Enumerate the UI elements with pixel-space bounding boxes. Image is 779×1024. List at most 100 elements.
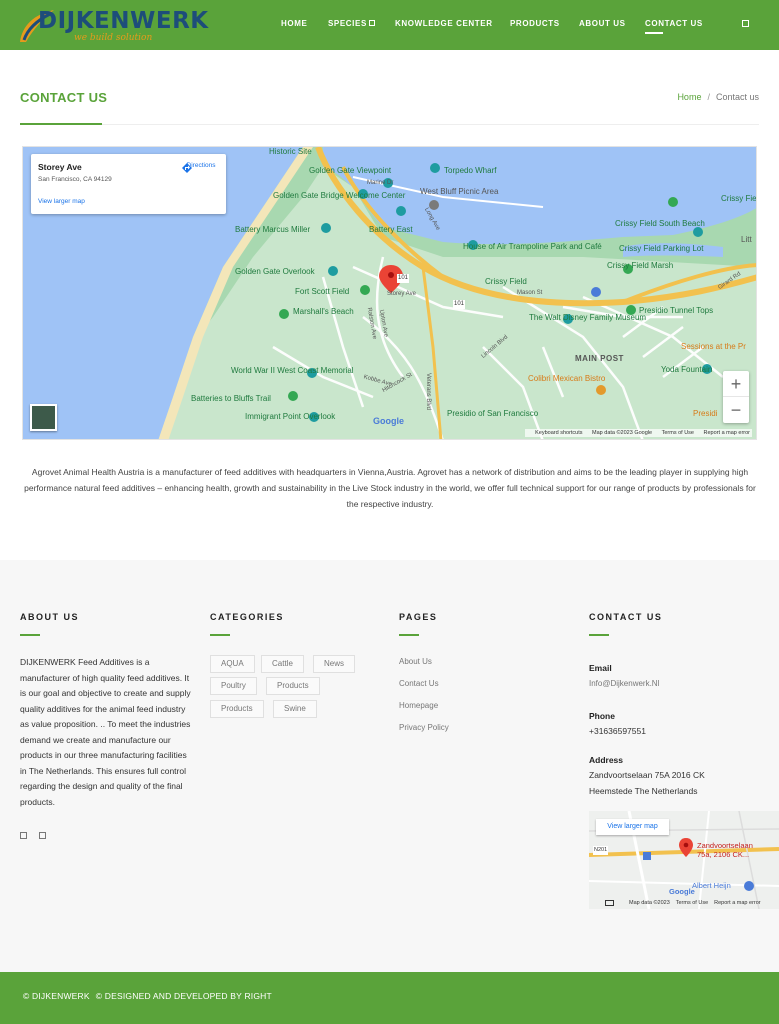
address-label: Address [589, 755, 624, 765]
copyright-brand: © DIJKENWERK [23, 991, 90, 1001]
category-tag[interactable]: News [313, 655, 356, 673]
mini-map-place-label: Albert Heijn [692, 881, 731, 890]
map-label: Battery East [369, 225, 413, 234]
map-label: Litt [741, 235, 752, 244]
map-label: Golden Gate Overlook [235, 267, 315, 276]
view-larger-map-link[interactable]: View larger map [38, 198, 85, 205]
map-label: World War II West Coast Memorial [231, 366, 354, 375]
map-label: Crissy Field Parking Lot [619, 244, 704, 253]
phone-value[interactable]: +31636597551 [589, 723, 646, 739]
mini-map-pin-label: 75a, 2106 CK... [697, 850, 750, 859]
google-map[interactable]: Historic Site Golden Gate Viewpoint Torp… [22, 146, 757, 440]
mini-terms-link[interactable]: Terms of Use [676, 900, 708, 906]
nav-about-us-label: ABOUT US [579, 19, 626, 28]
zoom-in-button[interactable]: + [723, 371, 749, 397]
site-header: DIJKENWERK we build solution HOME SPECIE… [0, 0, 779, 50]
footer-categories-heading: CATEGORIES [210, 612, 284, 622]
map-data-text: Map data ©2023 Google [592, 430, 653, 436]
copyright-text: © DIJKENWERK © DESIGNED AND DEVELOPED BY … [23, 991, 272, 1001]
google-logo: Google [373, 416, 404, 426]
category-tag[interactable]: AQUA [210, 655, 255, 673]
heading-underline [20, 634, 40, 636]
nav-knowledge-center-label: KNOWLEDGE CENTER [395, 19, 493, 28]
title-divider [102, 124, 759, 125]
terms-link[interactable]: Terms of Use [662, 430, 694, 436]
footer-link-privacy[interactable]: Privacy Policy [399, 723, 449, 732]
map-label: Fort Scott Field [295, 287, 350, 296]
map-road-label: Marine Dr [367, 180, 394, 186]
footer-map[interactable]: View larger map Zandvoortselaan 75a, 210… [589, 811, 779, 909]
nav-species[interactable]: SPECIES [328, 19, 375, 28]
directions-icon [182, 163, 192, 173]
map-road-label: 101 [453, 300, 466, 309]
map-label: Crissy Field East Beach [721, 194, 757, 203]
category-tag[interactable]: Products [210, 700, 264, 718]
keyboard-icon[interactable] [605, 900, 614, 906]
map-place-name: Storey Ave [38, 162, 82, 172]
category-tag[interactable]: Swine [273, 700, 317, 718]
map-label: Immigrant Point Overlook [245, 412, 336, 421]
map-label: Battery Marcus Miller [235, 225, 311, 234]
directions-button[interactable]: Directions [181, 162, 221, 173]
category-tag[interactable]: Products [266, 677, 320, 695]
map-road-label: Mason St [517, 290, 543, 296]
map-label: Presidio of San Francisco [447, 409, 539, 418]
nav-products-label: PRODUCTS [510, 19, 560, 28]
footer-link-about[interactable]: About Us [399, 657, 432, 666]
category-tag[interactable]: Cattle [261, 655, 304, 673]
developer-credit: © DESIGNED AND DEVELOPED BY RIGHT [95, 991, 272, 1001]
map-road-label: 101 [397, 274, 410, 283]
map-place-address: San Francisco, CA 94129 [38, 176, 112, 183]
satellite-toggle[interactable] [30, 404, 57, 431]
mini-report-link[interactable]: Report a map error [714, 900, 760, 906]
map-label: Presidio Tunnel Tops [639, 306, 714, 315]
footer-about-text: DIJKENWERK Feed Additives is a manufactu… [20, 657, 191, 807]
nav-about-us[interactable]: ABOUT US [579, 19, 626, 28]
phone-label: Phone [589, 711, 615, 721]
map-label: Golden Gate Viewpoint [309, 166, 392, 175]
mini-map-road-label: N201 [593, 846, 609, 855]
nav-home-label: HOME [281, 19, 308, 28]
keyboard-shortcuts-link[interactable]: Keyboard shortcuts [535, 430, 582, 436]
map-label: Colibri Mexican Bistro [528, 374, 606, 383]
social-icon[interactable] [39, 832, 46, 839]
heading-underline [589, 634, 609, 636]
nav-contact-us[interactable]: CONTACT US [645, 19, 703, 34]
breadcrumb-home-link[interactable]: Home [677, 92, 701, 102]
social-icon[interactable] [20, 832, 27, 839]
footer-bottom-bar: © DIJKENWERK © DESIGNED AND DEVELOPED BY … [0, 972, 779, 1024]
address-line-2: Heemstede The Netherlands [589, 786, 698, 796]
footer-contact-heading: CONTACT US [589, 612, 663, 622]
map-label: Sessions at the Pr [681, 342, 746, 351]
intro-paragraph: Agrovet Animal Health Austria is a manuf… [24, 467, 756, 509]
nav-home[interactable]: HOME [281, 19, 307, 28]
zoom-out-button[interactable]: − [723, 397, 749, 423]
map-label: Presidi [693, 409, 718, 418]
map-road-label: Veterans Blvd [425, 372, 432, 411]
map-place-card: Storey Ave San Francisco, CA 94129 View … [31, 154, 226, 214]
map-label: Marshall's Beach [293, 307, 354, 316]
footer-link-homepage[interactable]: Homepage [399, 701, 438, 710]
footer-link-contact[interactable]: Contact Us [399, 679, 439, 688]
map-label: Torpedo Wharf [444, 166, 497, 175]
breadcrumb: Home / Contact us [677, 92, 759, 102]
footer-pages-heading: PAGES [399, 612, 438, 622]
map-label: House of Air Trampoline Park and Café [463, 242, 602, 251]
mini-view-larger-map[interactable]: View larger map [596, 819, 669, 835]
mini-google-logo: Google [669, 887, 695, 896]
breadcrumb-separator: / [707, 92, 710, 102]
logo-tagline: we build solution [74, 33, 153, 43]
category-tag[interactable]: Poultry [210, 677, 257, 695]
footer-about-heading: ABOUT US [20, 612, 79, 622]
map-label: The Walt Disney Family Museum [529, 313, 647, 322]
email-link[interactable]: Info@Dijkenwerk.Nl [589, 676, 659, 692]
nav-knowledge-center[interactable]: KNOWLEDGE CENTER [395, 19, 493, 28]
mini-map-data: Map data ©2023 [629, 900, 670, 906]
report-error-link[interactable]: Report a map error [704, 430, 750, 436]
nav-contact-us-label: CONTACT US [645, 19, 703, 28]
nav-products[interactable]: PRODUCTS [510, 19, 560, 28]
map-label: Batteries to Bluffs Trail [191, 394, 271, 403]
map-zoom-controls: + − [723, 371, 749, 423]
footer-widgets: ABOUT US DIJKENWERK Feed Additives is a … [0, 560, 779, 972]
search-icon[interactable] [742, 20, 749, 27]
